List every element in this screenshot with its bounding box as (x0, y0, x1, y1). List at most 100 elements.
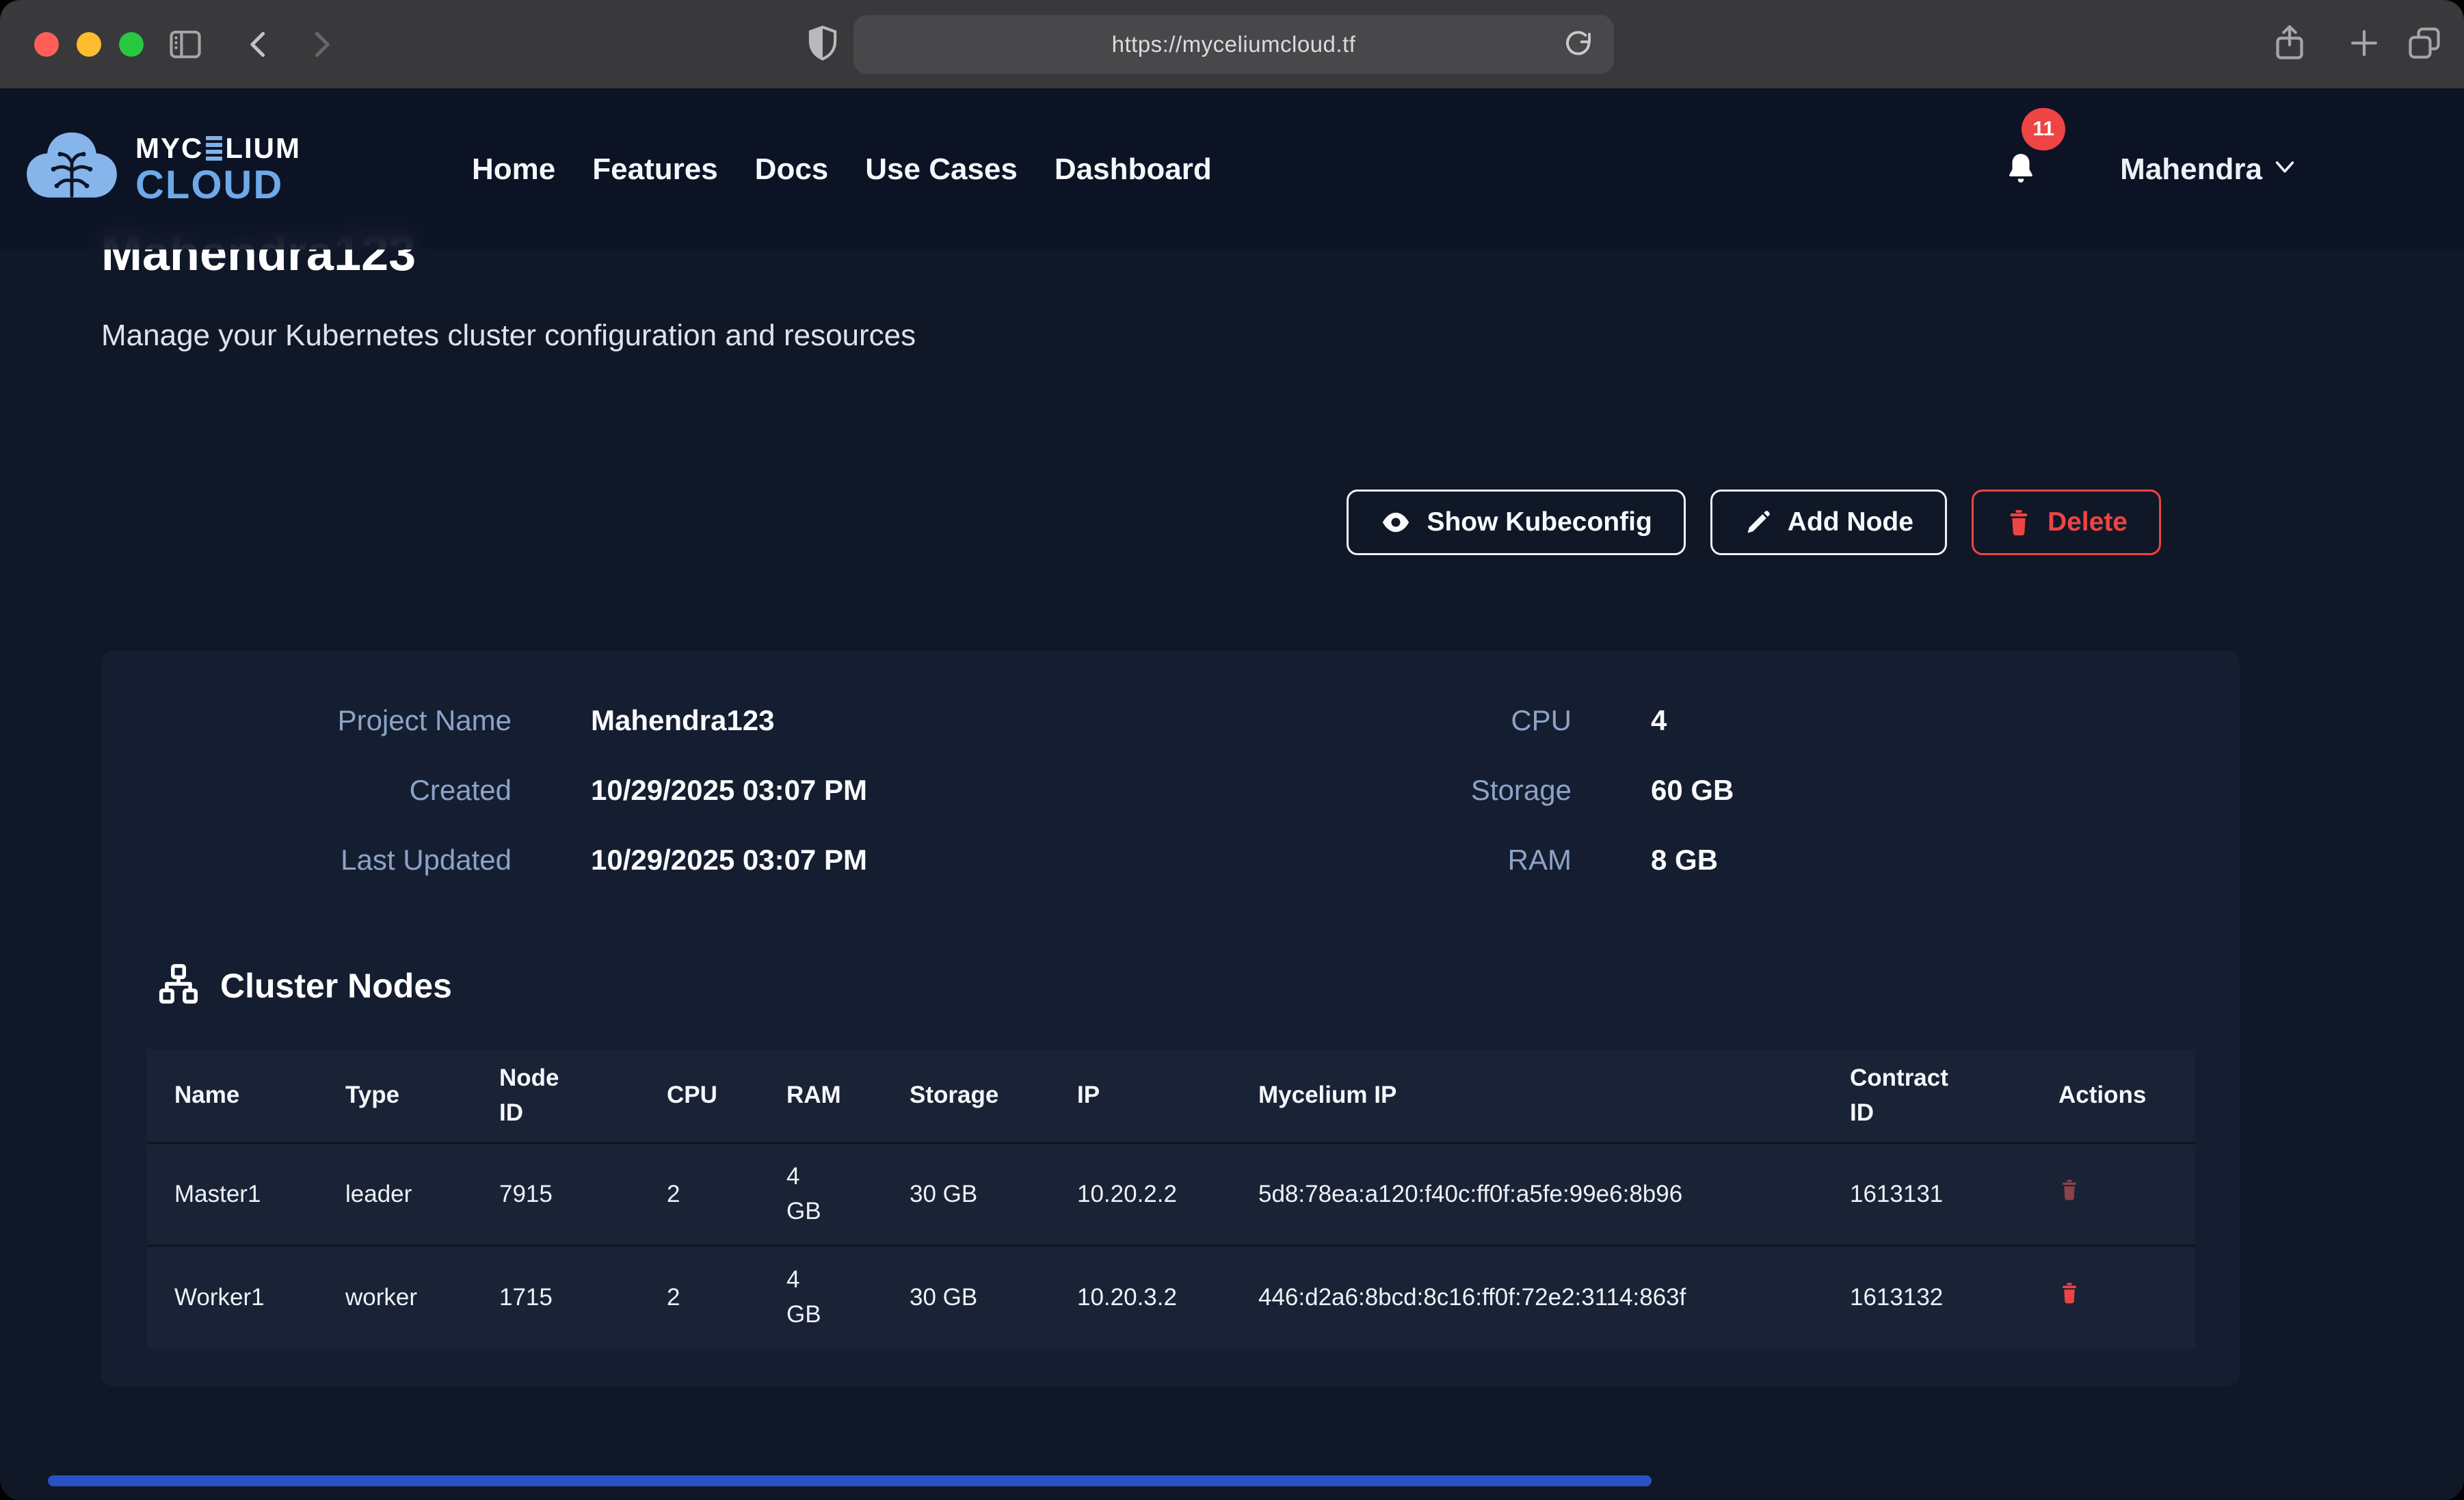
column-header-contract-id: Contract ID (1823, 1049, 2031, 1143)
cell-name: Master1 (147, 1143, 318, 1246)
detail-row-created: Created 10/29/2025 03:07 PM (101, 774, 1298, 807)
detail-value: 10/29/2025 03:07 PM (591, 844, 867, 876)
cell-ram: 4 GB (759, 1143, 882, 1246)
column-header-mycelium-ip: Mycelium IP (1231, 1049, 1823, 1143)
detail-value: 8 GB (1651, 844, 1718, 876)
trash-icon (2005, 507, 2032, 537)
detail-row-storage: Storage 60 GB (1298, 774, 2240, 807)
cluster-details: Project Name Mahendra123 Created 10/29/2… (101, 704, 2240, 913)
delete-label: Delete (2048, 507, 2128, 537)
zoom-window-button[interactable] (119, 32, 144, 57)
cell-actions (2031, 1143, 2195, 1246)
cell-mycelium-ip: 5d8:78ea:a120:f40c:ff0f:a5fe:99e6:8b96 (1231, 1143, 1823, 1246)
browser-toolbar: https://myceliumcloud.tf (0, 0, 2464, 89)
back-button-icon[interactable] (241, 26, 278, 63)
detail-value: 10/29/2025 03:07 PM (591, 774, 867, 807)
delete-node-button[interactable] (2058, 1177, 2080, 1203)
add-node-button[interactable]: Add Node (1710, 490, 1947, 555)
cluster-actions: Show Kubeconfig Add Node (0, 490, 2161, 555)
show-kubeconfig-label: Show Kubeconfig (1427, 507, 1652, 537)
table-header-row: Name Type Node ID CPU RAM Storage IP Myc… (147, 1049, 2195, 1143)
notifications-button[interactable]: 11 (2004, 150, 2038, 189)
tab-overview-icon[interactable] (2405, 23, 2444, 63)
cell-contract-id: 1613131 (1823, 1143, 2031, 1246)
nav-link-home[interactable]: Home (472, 152, 555, 187)
column-header-actions: Actions (2031, 1049, 2195, 1143)
minimize-window-button[interactable] (77, 32, 101, 57)
user-menu[interactable]: Mahendra (2120, 152, 2296, 187)
brand-name-bottom: CLOUD (135, 165, 301, 205)
delete-cluster-button[interactable]: Delete (1972, 490, 2161, 555)
cell-contract-id: 1613132 (1823, 1246, 2031, 1348)
sidebar-toggle-icon[interactable] (165, 25, 205, 64)
table-row: Worker1 worker 1715 2 4 GB 30 GB 10.20.3… (147, 1246, 2195, 1348)
table-row: Master1 leader 7915 2 4 GB 30 GB 10.20.2… (147, 1143, 2195, 1246)
trash-icon (2058, 1280, 2080, 1306)
traffic-lights (34, 32, 144, 57)
cell-type: leader (318, 1143, 472, 1246)
trash-icon (2058, 1177, 2080, 1203)
new-tab-icon[interactable] (2346, 25, 2383, 62)
privacy-shield-icon[interactable] (802, 22, 844, 64)
cell-type: worker (318, 1246, 472, 1348)
cell-ram: 4 GB (759, 1246, 882, 1348)
delete-node-button[interactable] (2058, 1280, 2080, 1306)
cell-ip: 10.20.3.2 (1050, 1246, 1231, 1348)
share-icon[interactable] (2269, 22, 2310, 63)
pencil-icon (1744, 508, 1773, 537)
detail-row-ram: RAM 8 GB (1298, 844, 2240, 876)
cell-actions (2031, 1246, 2195, 1348)
cell-ip: 10.20.2.2 (1050, 1143, 1231, 1246)
cell-storage: 30 GB (882, 1246, 1050, 1348)
notification-count-badge: 11 (2022, 108, 2065, 150)
nav-link-docs[interactable]: Docs (755, 152, 829, 187)
close-window-button[interactable] (34, 32, 59, 57)
detail-label: Project Name (101, 704, 512, 737)
address-bar[interactable]: https://myceliumcloud.tf (853, 15, 1614, 74)
cluster-details-card: Project Name Mahendra123 Created 10/29/2… (101, 651, 2240, 1387)
cluster-nodes-heading-text: Cluster Nodes (220, 966, 452, 1006)
cell-node-id: 7915 (472, 1143, 639, 1246)
forward-button-icon[interactable] (302, 26, 339, 63)
add-node-label: Add Node (1788, 507, 1913, 537)
column-header-storage: Storage (882, 1049, 1050, 1143)
detail-value: 4 (1651, 704, 1667, 737)
nav-link-use-cases[interactable]: Use Cases (865, 152, 1018, 187)
page-content: Mahendra123 Manage your Kubernetes clust… (0, 89, 2464, 1387)
column-header-ip: IP (1050, 1049, 1231, 1143)
page-subtitle: Manage your Kubernetes cluster configura… (101, 319, 2464, 353)
detail-row-last-updated: Last Updated 10/29/2025 03:07 PM (101, 844, 1298, 876)
column-header-name: Name (147, 1049, 318, 1143)
nav-link-features[interactable]: Features (592, 152, 717, 187)
eye-icon (1380, 507, 1412, 538)
brand-text: MYC LIUM CLOUD (135, 134, 301, 205)
column-header-cpu: CPU (639, 1049, 759, 1143)
detail-label: RAM (1298, 844, 1572, 876)
detail-row-cpu: CPU 4 (1298, 704, 2240, 737)
cluster-nodes-table: Name Type Node ID CPU RAM Storage IP Myc… (147, 1049, 2195, 1348)
column-header-node-id: Node ID (472, 1049, 639, 1143)
detail-label: Created (101, 774, 512, 807)
user-name: Mahendra (2120, 152, 2262, 187)
mycelium-cloud-logo-icon (21, 126, 123, 213)
cell-mycelium-ip: 446:d2a6:8bcd:8c16:ff0f:72e2:3114:863f (1231, 1246, 1823, 1348)
top-navbar: MYC LIUM CLOUD Home Features Docs Use Ca… (0, 89, 2464, 250)
network-topology-icon (156, 961, 201, 1010)
brand-name-top: MYC LIUM (135, 134, 301, 163)
column-header-type: Type (318, 1049, 472, 1143)
detail-row-project-name: Project Name Mahendra123 (101, 704, 1298, 737)
cell-storage: 30 GB (882, 1143, 1050, 1246)
url-text: https://myceliumcloud.tf (1112, 31, 1356, 57)
nav-link-dashboard[interactable]: Dashboard (1055, 152, 1212, 187)
brand-logo[interactable]: MYC LIUM CLOUD (21, 126, 301, 213)
nav-links: Home Features Docs Use Cases Dashboard (472, 152, 1212, 187)
bell-icon (2004, 150, 2038, 189)
detail-value: Mahendra123 (591, 704, 774, 737)
reload-icon[interactable] (1561, 27, 1596, 66)
detail-value: 60 GB (1651, 774, 1734, 807)
detail-label: Last Updated (101, 844, 512, 876)
show-kubeconfig-button[interactable]: Show Kubeconfig (1347, 490, 1685, 555)
page-viewport: Mahendra123 Manage your Kubernetes clust… (0, 89, 2464, 1500)
browser-window: https://myceliumcloud.tf (0, 0, 2464, 1500)
footer-accent-bar (48, 1475, 1652, 1486)
